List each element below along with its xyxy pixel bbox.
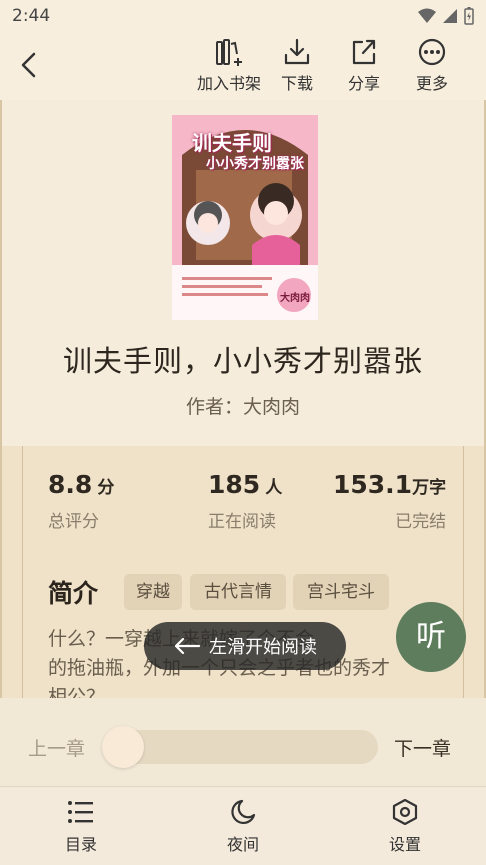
add-to-shelf-label: 加入书架 xyxy=(196,74,261,93)
status-time: 2:44 xyxy=(12,6,51,26)
book-author[interactable]: 作者：大肉肉 xyxy=(2,392,484,419)
share-label: 分享 xyxy=(347,74,380,93)
more-label: 更多 xyxy=(415,74,448,93)
tag-chuanyue[interactable]: 穿越 xyxy=(124,574,182,610)
share-button[interactable]: 分享 xyxy=(329,38,399,98)
toc-label: 目录 xyxy=(64,835,97,854)
back-button[interactable] xyxy=(14,50,44,80)
bottom-navigation: 目录 夜间 设置 xyxy=(0,786,486,865)
settings-button[interactable]: 设置 xyxy=(365,799,445,855)
stat-readers-value: 185 xyxy=(208,470,261,499)
stat-words-value: 153.1 xyxy=(333,470,413,499)
download-icon xyxy=(284,38,310,65)
stat-readers: 185 人 正在阅读 xyxy=(208,470,282,532)
back-arrow-icon xyxy=(21,52,36,78)
stat-rating: 8.8 分 总评分 xyxy=(48,470,114,532)
book-cover[interactable]: 训夫手则 小小秀才别嚣张 大肉肉 xyxy=(172,115,318,320)
chapter-navigation: 上一章 下一章 xyxy=(0,698,486,786)
cover-author: 大肉肉 xyxy=(280,293,310,304)
tag-gudai-yanqing[interactable]: 古代言情 xyxy=(190,574,286,610)
toolbar: 加入书架 下载 分享 更多 xyxy=(0,32,486,100)
battery-icon xyxy=(464,7,474,25)
settings-hexagon-icon xyxy=(392,799,418,825)
download-button[interactable]: 下载 xyxy=(262,38,332,98)
share-icon xyxy=(352,39,376,65)
stat-rating-value: 8.8 xyxy=(48,470,93,499)
bookshelf-add-icon xyxy=(216,39,242,66)
more-icon xyxy=(418,38,446,66)
stat-words-label: 已完结 xyxy=(395,512,447,532)
wifi-icon xyxy=(418,8,436,23)
next-chapter-button[interactable]: 下一章 xyxy=(394,734,451,761)
toc-button[interactable]: 目录 xyxy=(41,799,121,855)
stat-words-unit: 万字 xyxy=(412,478,447,498)
swipe-to-read-hint: 左滑开始阅读 xyxy=(144,622,346,670)
night-mode-label: 夜间 xyxy=(226,835,259,854)
night-mode-button[interactable]: 夜间 xyxy=(203,799,283,855)
stat-rating-label: 总评分 xyxy=(48,512,99,532)
stat-words: 153.1万字 已完结 xyxy=(333,470,446,532)
moon-icon xyxy=(231,799,256,824)
intro-heading: 简介 xyxy=(48,579,99,608)
arrow-left-icon xyxy=(174,638,201,654)
stat-readers-label: 正在阅读 xyxy=(208,512,276,532)
more-button[interactable]: 更多 xyxy=(397,38,467,98)
book-title: 训夫手则，小小秀才别嚣张 xyxy=(62,344,423,378)
status-bar: 2:44 xyxy=(0,0,486,32)
swipe-hint-text: 左滑开始阅读 xyxy=(209,637,317,658)
download-label: 下载 xyxy=(280,74,313,93)
cover-title-1: 训夫手则 xyxy=(192,131,272,155)
settings-label: 设置 xyxy=(388,835,421,854)
intro-line-3: 相公？ xyxy=(48,686,106,698)
signal-icon xyxy=(443,9,457,23)
status-icons xyxy=(418,7,474,25)
tag-gongdou-zhaidou[interactable]: 宫斗宅斗 xyxy=(293,574,389,610)
prev-chapter-button[interactable]: 上一章 xyxy=(28,734,85,761)
stat-rating-unit: 分 xyxy=(97,478,115,498)
listen-button[interactable]: 听 xyxy=(396,602,466,672)
add-to-shelf-button[interactable]: 加入书架 xyxy=(194,38,264,98)
chapter-progress-thumb[interactable] xyxy=(102,726,144,768)
list-icon xyxy=(68,801,93,823)
cover-title-2: 小小秀才别嚣张 xyxy=(206,156,304,172)
stat-readers-unit: 人 xyxy=(265,478,283,498)
